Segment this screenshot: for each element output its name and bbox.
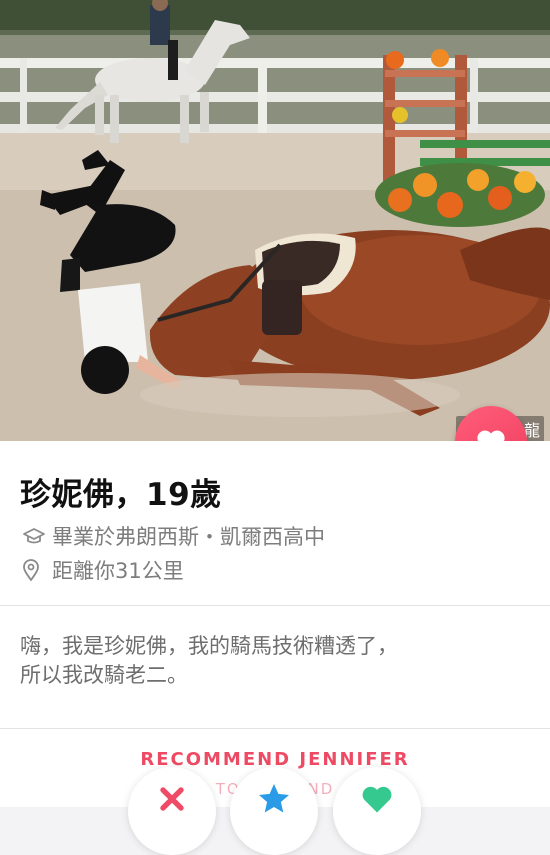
school-row: 畢業於弗朗西斯・凱爾西高中	[22, 521, 325, 551]
distance-text: 距離你31公里	[52, 559, 184, 583]
profile-photo[interactable]: 譯：好色龍	[0, 0, 550, 441]
location-pin-icon	[22, 559, 48, 581]
bio-text: 嗨，我是珍妮佛，我的騎馬技術糟透了， 所以我改騎老二。	[20, 632, 530, 690]
school-text: 畢業於弗朗西斯・凱爾西高中	[52, 525, 325, 549]
bio-section: 嗨，我是珍妮佛，我的騎馬技術糟透了， 所以我改騎老二。	[0, 606, 550, 728]
star-icon	[259, 784, 289, 813]
graduation-cap-icon	[22, 525, 48, 547]
super-like-button[interactable]	[230, 767, 318, 855]
bio-line-2: 所以我改騎老二。	[20, 663, 188, 687]
profile-name-age: 珍妮佛，19歲	[20, 477, 222, 513]
bio-line-1: 嗨，我是珍妮佛，我的騎馬技術糟透了，	[20, 634, 398, 658]
heart-icon	[362, 786, 392, 813]
nope-button[interactable]	[128, 767, 216, 855]
x-icon	[160, 787, 184, 811]
recommend-section: RECOMMEND JENNIFER TO A FRIEND	[0, 729, 550, 855]
profile-info-card: 珍妮佛，19歲 畢業於弗朗西斯・凱爾西高中 距離你31公里	[0, 441, 550, 605]
profile-photo-image	[0, 0, 550, 441]
distance-row: 距離你31公里	[22, 555, 184, 585]
like-small-button[interactable]	[333, 767, 421, 855]
